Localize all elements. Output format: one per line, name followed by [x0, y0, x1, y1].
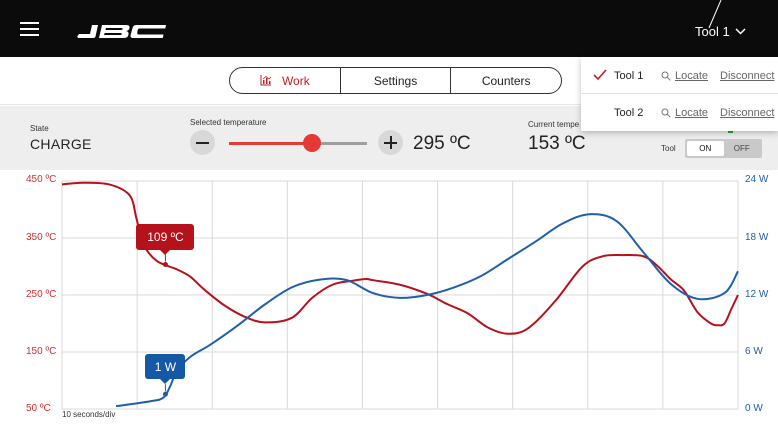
search-icon	[661, 71, 671, 81]
tab-settings[interactable]: Settings	[341, 68, 452, 93]
selected-temperature-label: Selected temperature	[190, 118, 267, 127]
power-callout: 1 W	[145, 354, 186, 385]
right-axis-tick: 0 W	[745, 403, 763, 414]
locate-label: Locate	[675, 107, 709, 119]
callout-anchor-dot	[162, 391, 168, 397]
power-series-line	[115, 213, 739, 408]
status-indicator	[728, 131, 733, 133]
decrease-temperature-button[interactable]	[190, 130, 215, 155]
temperature-slider[interactable]	[229, 134, 367, 152]
x-axis-label: 10 seconds/div	[62, 410, 116, 419]
state-value: CHARGE	[30, 136, 92, 152]
tool-power-toggle[interactable]: ON OFF	[685, 139, 762, 158]
left-axis-tick: 450 ºC	[26, 174, 57, 185]
right-axis-tick: 6 W	[745, 346, 763, 357]
toggle-on[interactable]: ON	[687, 141, 724, 156]
tool-name: Tool 1	[614, 70, 644, 82]
current-temperature-label: Current tempe	[528, 120, 580, 129]
tab-settings-label: Settings	[373, 73, 418, 88]
left-axis-tick: 150 ºC	[26, 346, 57, 357]
tool-menu-item-1[interactable]: Tool 1 Locate Disconnect	[581, 57, 778, 94]
locate-label: Locate	[675, 70, 709, 82]
temperature-callout: 109 ºC	[136, 223, 195, 255]
locate-link[interactable]: Locate	[661, 107, 708, 119]
top-bar: Tool 1	[0, 0, 778, 57]
tool-name: Tool 2	[614, 107, 644, 119]
tool-dropdown-menu: Tool 1 Locate Disconnect Tool 2 Locate D…	[581, 57, 778, 131]
disconnect-link[interactable]: Disconnect	[720, 70, 774, 82]
tab-work[interactable]: Work	[230, 68, 341, 93]
disconnect-link[interactable]: Disconnect	[720, 107, 774, 119]
tool-toggle-label: Tool	[661, 144, 676, 153]
slider-thumb[interactable]	[302, 134, 321, 152]
right-axis-tick: 24 W	[745, 174, 769, 185]
check-icon	[593, 69, 607, 81]
chart-icon	[260, 75, 272, 86]
tab-work-label: Work	[281, 73, 310, 88]
current-temperature-value: 153 ºC	[528, 133, 586, 154]
tool-menu-item-2[interactable]: Tool 2 Locate Disconnect	[581, 94, 778, 131]
hamburger-menu-icon[interactable]	[20, 22, 39, 36]
selected-temperature-value: 295 ºC	[413, 133, 471, 154]
search-icon	[661, 108, 671, 118]
locate-link[interactable]: Locate	[661, 70, 708, 82]
left-axis-tick: 50 ºC	[26, 403, 51, 414]
view-tabs: Work Settings Counters	[229, 67, 562, 94]
chart-canvas	[61, 180, 739, 410]
right-axis-tick: 12 W	[745, 289, 769, 300]
left-axis-tick: 250 ºC	[26, 289, 57, 300]
tab-counters-label: Counters	[481, 73, 531, 88]
callout-anchor-dot	[162, 262, 168, 268]
tool-selector[interactable]: Tool 1	[695, 24, 746, 39]
slider-fill	[229, 142, 312, 145]
increase-temperature-button[interactable]	[378, 130, 403, 155]
temperature-power-chart: 450 ºC 350 ºC 250 ºC 150 ºC 50 ºC 24 W 1…	[0, 170, 778, 441]
jbc-logo	[77, 25, 166, 38]
chevron-down-icon	[735, 28, 746, 35]
tab-counters[interactable]: Counters	[451, 68, 561, 93]
temperature-series-line	[61, 181, 739, 335]
app-window: Tool 1 Work Settings Counters Tool 1 Loc…	[0, 0, 778, 441]
state-label: State	[30, 124, 49, 133]
toggle-off[interactable]: OFF	[724, 141, 761, 156]
tool-selector-label: Tool 1	[695, 24, 730, 39]
left-axis-tick: 350 ºC	[26, 232, 57, 243]
right-axis-tick: 18 W	[745, 232, 769, 243]
